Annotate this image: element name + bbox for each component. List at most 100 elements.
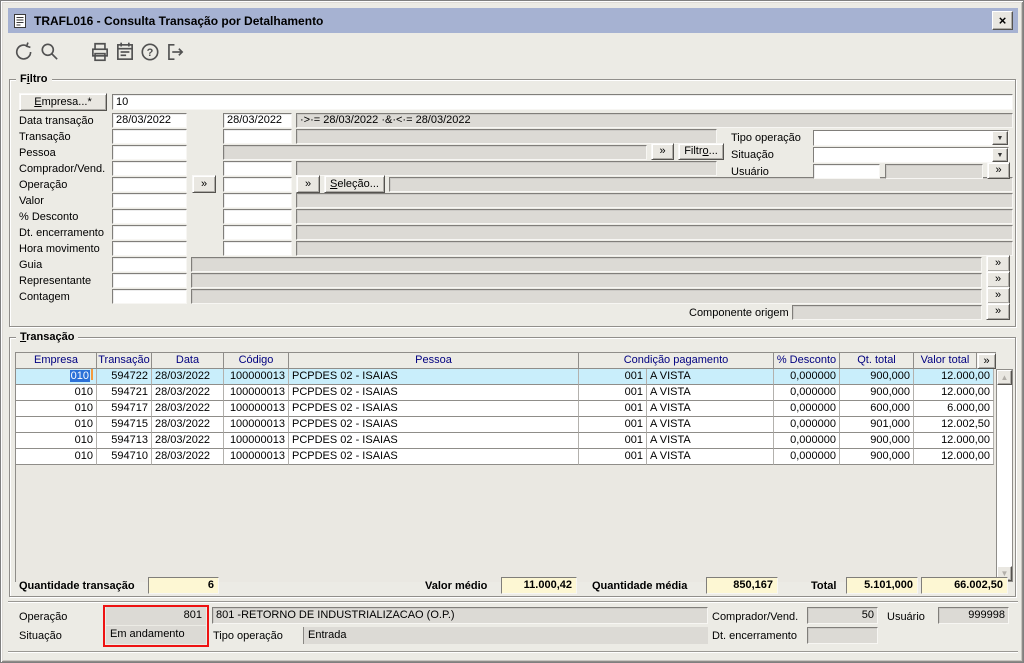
- representante-field[interactable]: [112, 273, 187, 288]
- pessoa-expand-button[interactable]: »: [651, 143, 674, 160]
- calendar-button[interactable]: [114, 41, 136, 63]
- label-situacao-footer: Situação: [19, 630, 62, 642]
- representante-info-field: [191, 273, 982, 288]
- close-button[interactable]: ×: [992, 11, 1013, 30]
- col-header-pessoa[interactable]: Pessoa: [289, 353, 579, 369]
- tipo-operacao-select[interactable]: ▼: [813, 130, 1009, 146]
- quantidade-transacao-value: 6: [148, 577, 219, 594]
- table-row[interactable]: 010 594721 28/03/2022 100000013 PCPDES 0…: [16, 385, 994, 401]
- comprador-to-field[interactable]: [223, 161, 292, 176]
- componente-origem-expand-button[interactable]: »: [986, 303, 1010, 320]
- label-total: Total: [811, 580, 837, 592]
- label-comprador: Comprador/Vend.: [19, 163, 106, 175]
- selected-cell-text[interactable]: 010: [69, 370, 90, 382]
- label-quantidade-media: Quantidade média: [592, 580, 688, 592]
- hora-movimento-from-field[interactable]: [112, 241, 187, 256]
- label-usuario: Usuário: [731, 166, 769, 178]
- guia-field[interactable]: [112, 257, 187, 272]
- comprador-from-field[interactable]: [112, 161, 187, 176]
- table-row[interactable]: 010 594713 28/03/2022 100000013 PCPDES 0…: [16, 433, 994, 449]
- pessoa-field[interactable]: [112, 145, 187, 160]
- usuario-filter-field[interactable]: [813, 164, 880, 179]
- tipo-operacao-value: Entrada: [303, 627, 708, 644]
- empresa-field[interactable]: 10: [112, 94, 1013, 110]
- total-quantidade-value: 5.101,000: [846, 577, 918, 594]
- dt-encerramento-from-field[interactable]: [112, 225, 187, 240]
- guia-expand-button[interactable]: »: [986, 255, 1010, 272]
- empresa-button[interactable]: Empresa...*: [19, 93, 107, 111]
- col-header-condicao[interactable]: Condição pagamento: [579, 353, 774, 369]
- operacao-list-expand-button[interactable]: »: [296, 175, 320, 193]
- transacao-from-field[interactable]: [112, 129, 187, 144]
- col-header-codigo[interactable]: Código: [224, 353, 289, 369]
- operacao-from-field[interactable]: [112, 177, 187, 192]
- col-header-desconto[interactable]: % Desconto: [774, 353, 840, 369]
- hora-movimento-info-field: [296, 241, 1013, 256]
- undo-button[interactable]: [13, 41, 35, 63]
- contagem-field[interactable]: [112, 289, 187, 304]
- label-quantidade-transacao: Quantidade transação: [19, 580, 135, 592]
- chevron-down-icon[interactable]: ▼: [992, 131, 1008, 145]
- exit-button[interactable]: [164, 41, 186, 63]
- label-dt-encerramento-footer: Dt. encerramento: [712, 630, 797, 642]
- table-row[interactable]: 010 594717 28/03/2022 100000013 PCPDES 0…: [16, 401, 994, 417]
- help-button[interactable]: ?: [139, 41, 161, 63]
- valor-info-field: [296, 193, 1013, 208]
- divider: [8, 651, 1018, 653]
- app-window: TRAFL016 - Consulta Transação por Detalh…: [0, 0, 1024, 663]
- label-operacao: Operação: [19, 179, 68, 191]
- divider: [8, 601, 1018, 603]
- label-operacao-footer: Operação: [19, 611, 68, 623]
- col-header-empresa[interactable]: Empresa: [16, 353, 97, 369]
- label-valor-medio: Valor médio: [425, 580, 488, 592]
- data-from-field[interactable]: 28/03/2022: [112, 113, 187, 128]
- table-row[interactable]: 010 594710 28/03/2022 100000013 PCPDES 0…: [16, 449, 994, 465]
- search-button[interactable]: [39, 41, 61, 63]
- print-button[interactable]: [89, 41, 111, 63]
- label-representante: Representante: [19, 275, 92, 287]
- chevron-down-icon[interactable]: ▼: [992, 148, 1008, 162]
- label-guia: Guia: [19, 259, 43, 271]
- table-row[interactable]: 010 594715 28/03/2022 100000013 PCPDES 0…: [16, 417, 994, 433]
- desconto-to-field[interactable]: [223, 209, 292, 224]
- col-header-valor[interactable]: Valor total: [914, 353, 977, 369]
- title-bar: TRAFL016 - Consulta Transação por Detalh…: [8, 8, 1018, 33]
- col-header-data[interactable]: Data: [152, 353, 224, 369]
- transacao-to-field[interactable]: [223, 129, 292, 144]
- dt-encerramento-to-field[interactable]: [223, 225, 292, 240]
- col-header-transacao[interactable]: Transação: [97, 353, 152, 369]
- label-usuario-footer: Usuário: [887, 611, 925, 623]
- data-to-field[interactable]: 28/03/2022: [223, 113, 292, 128]
- scroll-up-icon[interactable]: ▲: [997, 370, 1012, 385]
- dt-encerramento-value-field: [807, 627, 878, 644]
- operacao-code-value: 801: [106, 607, 206, 625]
- quantidade-media-value: 850,167: [706, 577, 778, 594]
- usuario-expand-button[interactable]: »: [987, 162, 1010, 179]
- label-tipo-operacao-footer: Tipo operação: [213, 630, 283, 642]
- hora-movimento-to-field[interactable]: [223, 241, 292, 256]
- usuario-info-field: [885, 164, 983, 179]
- grid-vertical-scrollbar[interactable]: ▲ ▼: [996, 369, 1013, 582]
- contagem-expand-button[interactable]: »: [986, 287, 1010, 304]
- operacao-to-field[interactable]: [223, 177, 292, 192]
- filtro-button[interactable]: Filtro...: [678, 143, 724, 160]
- operacao-expand-button[interactable]: »: [192, 175, 216, 193]
- valor-from-field[interactable]: [112, 193, 187, 208]
- filtro-group-label: Filtro: [16, 72, 52, 86]
- exit-icon: [168, 44, 184, 60]
- window-icon: [14, 13, 26, 28]
- calendar-icon: [117, 42, 133, 60]
- grid-header: Empresa Transação Data Código Pessoa Con…: [16, 353, 977, 369]
- usuario-value-field: 999998: [938, 607, 1009, 624]
- col-header-qt[interactable]: Qt. total: [840, 353, 914, 369]
- desconto-info-field: [296, 209, 1013, 224]
- representante-expand-button[interactable]: »: [986, 271, 1010, 288]
- help-icon: ?: [141, 43, 159, 61]
- grid-columns-expand-button[interactable]: »: [977, 353, 996, 369]
- situacao-select[interactable]: ▼: [813, 147, 1009, 163]
- valor-to-field[interactable]: [223, 193, 292, 208]
- table-row[interactable]: 010 594722 28/03/2022 100000013 PCPDES 0…: [16, 369, 994, 385]
- window-title: TRAFL016 - Consulta Transação por Detalh…: [34, 13, 324, 28]
- desconto-from-field[interactable]: [112, 209, 187, 224]
- selecao-button[interactable]: Seleção...: [324, 175, 385, 193]
